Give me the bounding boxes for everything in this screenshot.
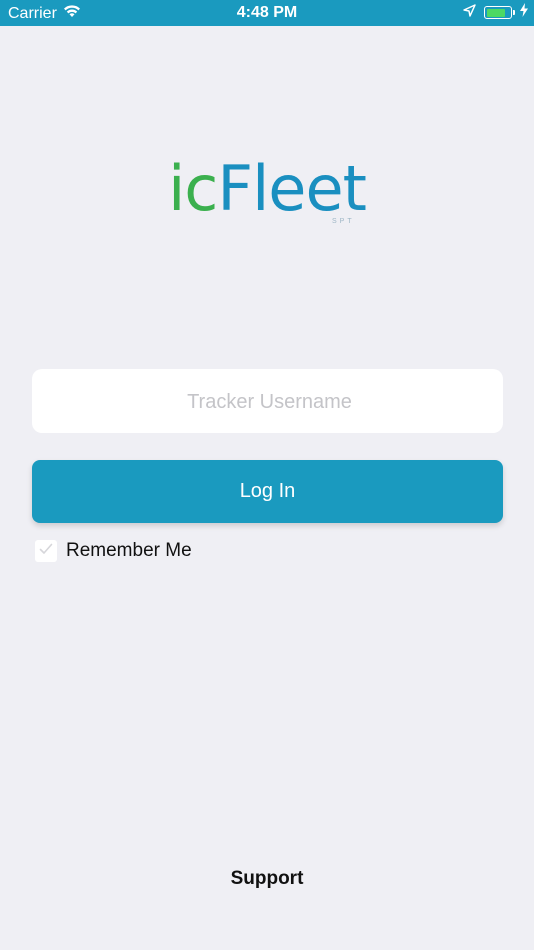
status-time: 4:48 PM (236, 4, 298, 21)
support-link[interactable]: Support (0, 868, 534, 890)
login-button[interactable]: Log In (32, 460, 503, 523)
battery-icon (484, 6, 515, 19)
remember-me-checkbox[interactable] (35, 540, 57, 562)
remember-me: Remember Me (35, 540, 192, 562)
status-bar: Carrier 4:48 PM (0, 0, 534, 26)
location-arrow-icon (463, 3, 476, 22)
checkmark-icon (39, 542, 53, 560)
remember-me-label[interactable]: Remember Me (66, 540, 192, 562)
username-field-container (32, 369, 507, 435)
app-logo: icFleet (0, 158, 534, 220)
logo-ic: ic (168, 152, 218, 225)
charging-bolt-icon (520, 3, 528, 22)
username-input[interactable] (32, 369, 507, 435)
login-button-label: Log In (239, 480, 296, 502)
logo-subtitle: SPT (332, 218, 355, 225)
logo-fleet: Fleet (217, 152, 366, 225)
status-right (463, 3, 528, 22)
